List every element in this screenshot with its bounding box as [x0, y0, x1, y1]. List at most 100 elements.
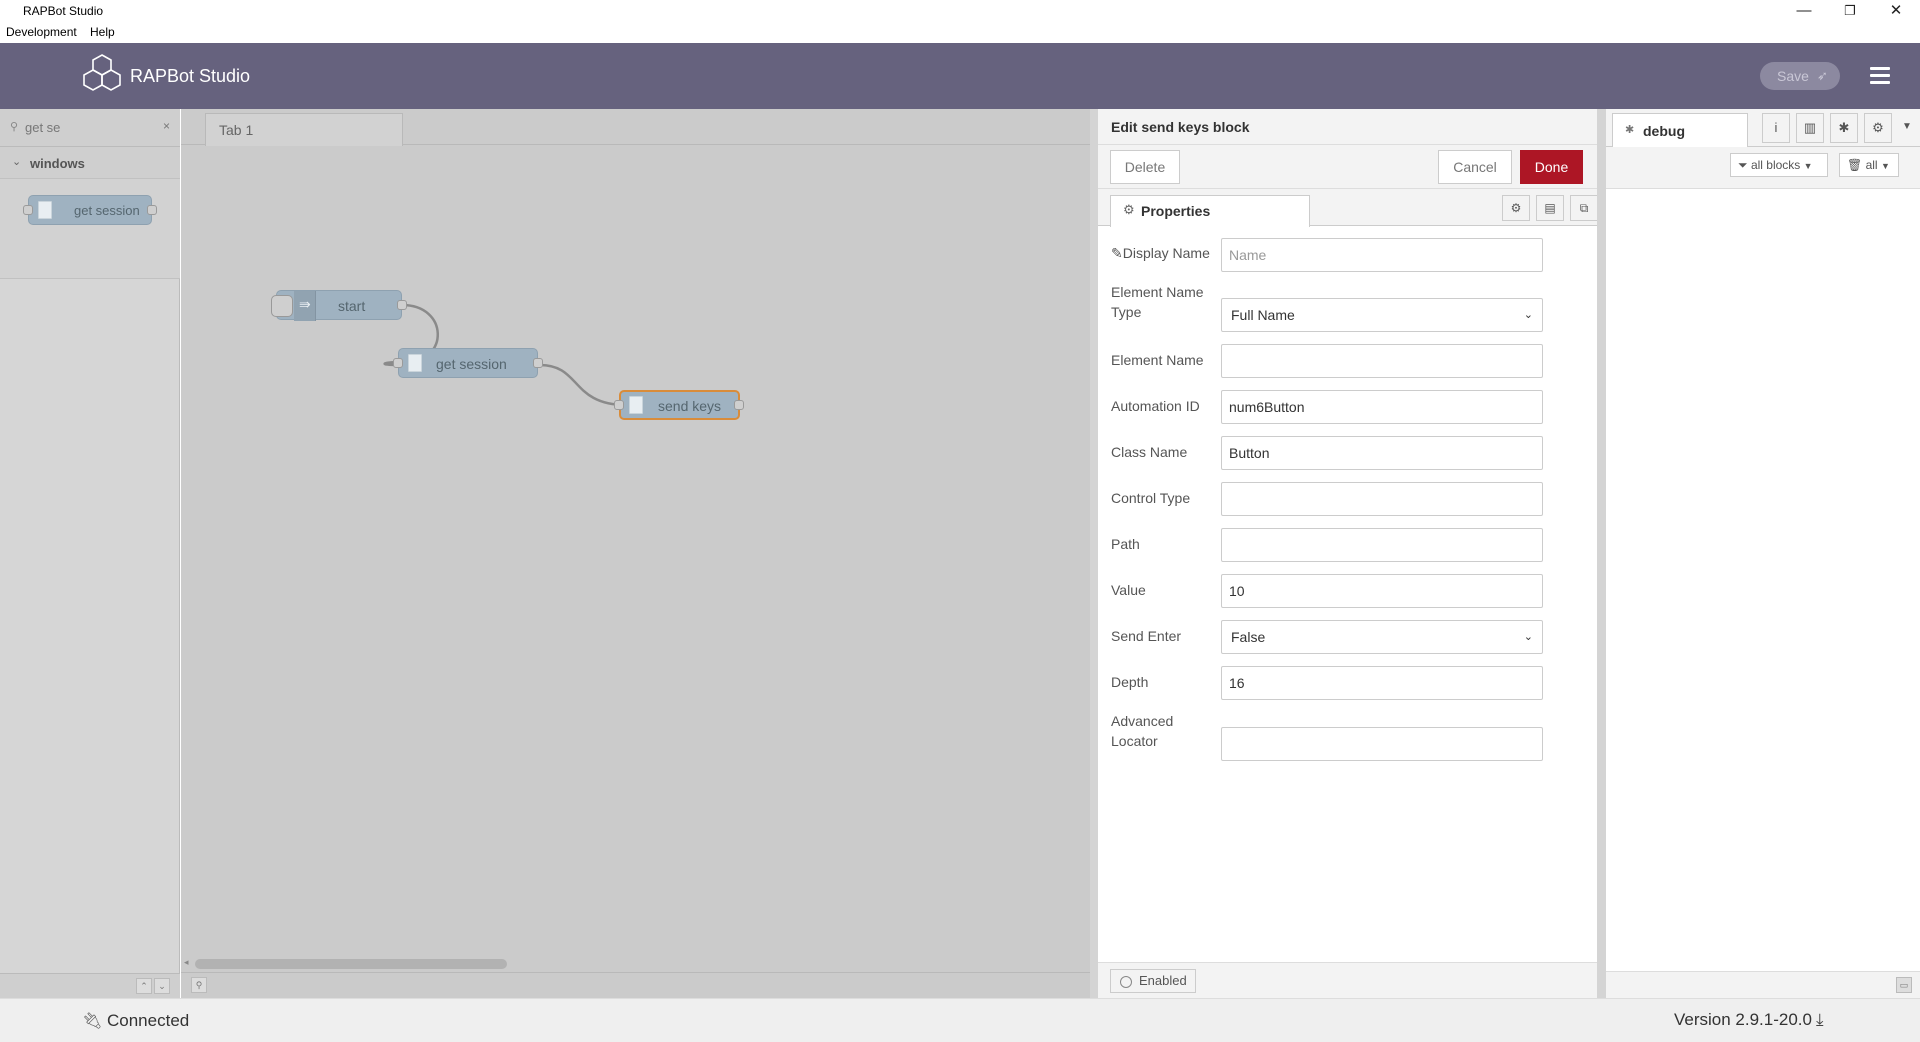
class-name-label: Class Name	[1111, 444, 1188, 460]
debug-bug-icon[interactable]: ✱	[1830, 113, 1858, 143]
value-input[interactable]: 10	[1221, 574, 1543, 608]
debug-sidebar: ✱ debug i ▥ ✱ ⚙ ▼ ⏷ all blocks ▼ 🗑 all ▼…	[1597, 109, 1920, 998]
hamburger-menu-icon[interactable]	[1870, 67, 1890, 85]
element-name-type-label: Element Name Type	[1111, 284, 1204, 320]
app-name: RAPBot Studio	[130, 66, 251, 86]
book-icon[interactable]: ▥	[1796, 113, 1824, 143]
document-icon	[38, 201, 52, 219]
send-enter-label: Send Enter	[1111, 628, 1182, 644]
path-input[interactable]	[1221, 528, 1543, 562]
delete-button[interactable]: Delete	[1110, 150, 1180, 184]
send-enter-value: False	[1231, 629, 1266, 645]
scrollbar-thumb[interactable]	[195, 959, 507, 969]
output-port	[147, 205, 157, 215]
download-icon[interactable]: ⤓	[1816, 1010, 1824, 1030]
category-label: windows	[30, 156, 85, 171]
tab-properties-label: Properties	[1141, 203, 1211, 219]
value-label: Value	[1111, 582, 1146, 598]
zoom-search-icon[interactable]: ⚲	[191, 977, 207, 993]
enabled-toggle[interactable]: Enabled	[1110, 969, 1196, 993]
caret-down-icon[interactable]: ▼	[1902, 121, 1912, 132]
circle-icon	[1120, 976, 1132, 988]
tray-footer: Enabled	[1098, 962, 1597, 998]
expand-all-icon[interactable]: ⌄	[154, 978, 170, 994]
minimize-button[interactable]: —	[1781, 0, 1827, 22]
output-port	[397, 300, 407, 310]
tag-icon: ✎	[1111, 245, 1123, 261]
node-label: start	[338, 298, 366, 314]
class-name-input[interactable]: Button	[1221, 436, 1543, 470]
save-label: Save	[1777, 68, 1809, 84]
search-icon: ⚲	[10, 121, 19, 133]
palette-node-label: get session	[74, 203, 140, 218]
config-gear-icon[interactable]: ⚙	[1864, 113, 1892, 143]
clear-label: all	[1865, 158, 1878, 172]
cancel-button[interactable]: Cancel	[1438, 150, 1512, 184]
tray-toolbar: Delete Cancel Done	[1098, 145, 1597, 189]
palette-search: ⚲ get se ×	[0, 109, 180, 147]
element-name-type-select[interactable]: Full Name ⌄	[1221, 298, 1543, 332]
tab-debug[interactable]: ✱ debug	[1612, 113, 1748, 147]
restore-button[interactable]: ❐	[1827, 0, 1873, 22]
clear-all-dropdown[interactable]: 🗑 all ▼	[1839, 153, 1899, 177]
hexagon-logo-icon	[83, 54, 121, 91]
info-icon[interactable]: i	[1762, 113, 1790, 143]
done-button[interactable]: Done	[1520, 150, 1583, 184]
flow-node-send-keys[interactable]: send keys	[614, 390, 744, 420]
edit-tray: Edit send keys block Delete Cancel Done …	[1090, 109, 1598, 998]
input-port	[23, 205, 33, 215]
control-type-input[interactable]	[1221, 482, 1543, 516]
menu-development[interactable]: Development	[6, 25, 77, 39]
tray-title: Edit send keys block	[1111, 119, 1250, 135]
display-name-placeholder: Name	[1229, 247, 1267, 263]
flow-workspace[interactable]: Tab 1 ⇛ start get session send keys ◂ ⚲	[181, 109, 1090, 998]
display-name-input[interactable]: Name	[1221, 238, 1543, 272]
window-titlebar: RAPBot Studio — ❐ ✕	[0, 0, 1920, 22]
menu-help[interactable]: Help	[90, 25, 115, 39]
sidebar-tabs: ✱ debug i ▥ ✱ ⚙ ▼	[1606, 109, 1920, 147]
node-label: send keys	[658, 398, 722, 414]
filter-all-blocks-dropdown[interactable]: ⏷ all blocks ▼	[1730, 153, 1828, 177]
palette-node-get-session[interactable]: get session	[23, 195, 157, 225]
palette-footer: ⌃ ⌄	[0, 973, 180, 998]
deploy-save-button[interactable]: Save ➶	[1760, 62, 1840, 90]
automation-id-input[interactable]: num6Button	[1221, 390, 1543, 424]
depth-input[interactable]: 16	[1221, 666, 1543, 700]
output-port	[533, 358, 543, 368]
flow-node-get-session[interactable]: get session	[393, 348, 543, 378]
caret-down-icon: ▼	[1803, 161, 1813, 171]
horizontal-scrollbar[interactable]: ◂	[181, 954, 1090, 972]
appearance-icon[interactable]: ⧉	[1570, 195, 1598, 221]
filter-label: all blocks	[1750, 158, 1801, 172]
input-port	[393, 358, 403, 368]
palette-category-windows[interactable]: ⌄ windows	[0, 147, 180, 179]
close-button[interactable]: ✕	[1873, 0, 1919, 22]
element-name-type-value: Full Name	[1231, 307, 1295, 323]
app-header: RAPBot Studio Save ➶	[0, 43, 1920, 109]
caret-down-icon: ▼	[1880, 161, 1890, 171]
rocket-icon: ➶	[1817, 68, 1828, 83]
settings-gear-icon[interactable]: ⚙	[1502, 195, 1530, 221]
monitor-icon[interactable]: ▭	[1896, 977, 1912, 993]
debug-filter-bar: ⏷ all blocks ▼ 🗑 all ▼	[1606, 147, 1920, 189]
inject-button[interactable]	[271, 295, 293, 317]
tab-properties[interactable]: ⚙ Properties	[1110, 195, 1310, 227]
workspace-footer: ⚲	[181, 972, 1090, 998]
palette-category-content: get session	[0, 179, 180, 279]
scroll-left-icon[interactable]: ◂	[184, 957, 189, 968]
element-name-input[interactable]	[1221, 344, 1543, 378]
flow-node-start[interactable]: ⇛ start	[271, 290, 407, 321]
version-text: Version 2.9.1-20.0	[1674, 1010, 1812, 1029]
trash-icon: 🗑	[1847, 158, 1863, 172]
advanced-locator-input[interactable]	[1221, 727, 1543, 761]
node-label: get session	[436, 356, 507, 372]
arrow-right-icon: ⇛	[294, 291, 316, 321]
tab-debug-label: debug	[1643, 123, 1685, 139]
collapse-all-icon[interactable]: ⌃	[136, 978, 152, 994]
description-icon[interactable]: ▤	[1536, 195, 1564, 221]
output-port	[734, 400, 744, 410]
clear-search-icon[interactable]: ×	[163, 119, 170, 133]
status-bar: 🔌︎ Connected Version 2.9.1-20.0 ⤓	[0, 998, 1920, 1042]
palette-search-input[interactable]: get se	[25, 120, 60, 135]
send-enter-select[interactable]: False ⌄	[1221, 620, 1543, 654]
